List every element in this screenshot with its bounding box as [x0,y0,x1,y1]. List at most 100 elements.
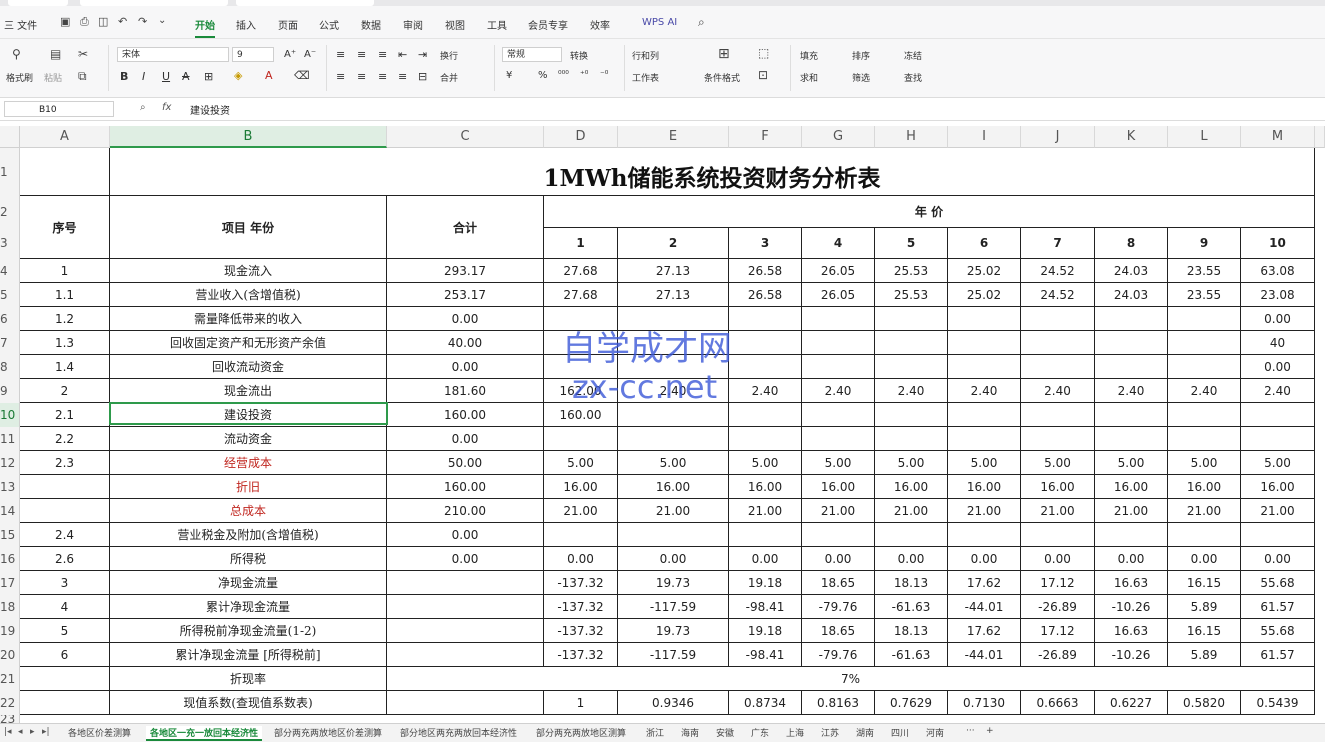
sheet-tab[interactable]: 海南 [681,726,699,739]
sheet-tab[interactable]: 部分两充两放地区测算 [536,726,626,739]
cell-item[interactable]: 回收流动资金 [110,355,387,379]
cell-value[interactable]: -137.32 [544,619,618,643]
cell-value[interactable]: 0.00 [618,547,729,571]
cell-seq[interactable]: 2.3 [20,451,110,475]
cell-value[interactable] [875,427,948,451]
cell-seq[interactable]: 3 [20,571,110,595]
cell-value[interactable]: 16.00 [1241,475,1315,499]
cell-total[interactable]: 181.60 [387,379,544,403]
cell-item[interactable]: 回收固定资产和无形资产余值 [110,331,387,355]
cell-total[interactable]: 160.00 [387,475,544,499]
cell-value[interactable]: 17.12 [1021,571,1095,595]
cell-value[interactable] [802,355,875,379]
row-header-12[interactable]: 12 [0,451,20,475]
cell-value[interactable] [1095,403,1168,427]
cell-pv-factor[interactable]: 0.5820 [1168,691,1241,715]
cell-value[interactable]: 18.13 [875,571,948,595]
header-year-1[interactable]: 1 [544,228,618,259]
cell-seq[interactable]: 5 [20,619,110,643]
cell-value[interactable]: 18.65 [802,571,875,595]
cell-value[interactable]: 21.00 [618,499,729,523]
cell-total[interactable]: 253.17 [387,283,544,307]
cell-total[interactable] [387,595,544,619]
sheet-tab[interactable]: 江苏 [821,726,839,739]
cell-value[interactable]: -137.32 [544,571,618,595]
cell-item[interactable]: 需量降低带来的收入 [110,307,387,331]
cell-pv-factor[interactable]: 0.7130 [948,691,1021,715]
cell-value[interactable] [1095,427,1168,451]
cell-value[interactable]: -98.41 [729,643,802,667]
cell-value[interactable] [802,523,875,547]
sheet-tab[interactable]: 上海 [786,726,804,739]
cell-value[interactable]: 21.00 [948,499,1021,523]
column-header-overflow[interactable] [1315,126,1325,148]
cell-value[interactable]: 2.40 [948,379,1021,403]
cell-value[interactable] [948,403,1021,427]
cell-value[interactable] [1095,331,1168,355]
cell-seq[interactable]: 1 [20,259,110,283]
cell-seq[interactable]: 2.1 [20,403,110,427]
cell-item[interactable]: 流动资金 [110,427,387,451]
cell-value[interactable]: 16.63 [1095,571,1168,595]
column-header-l[interactable]: L [1168,126,1241,148]
column-header-f[interactable]: F [729,126,802,148]
row-header-18[interactable]: 18 [0,595,20,619]
cell-value[interactable] [948,523,1021,547]
cell-value[interactable] [802,307,875,331]
cell-total[interactable] [387,619,544,643]
cell-value[interactable]: 2.40 [729,379,802,403]
cell-pv-factor[interactable]: 0.6227 [1095,691,1168,715]
cell-pv-factor[interactable]: 0.5439 [1241,691,1315,715]
cell-total[interactable]: 293.17 [387,259,544,283]
row-header-3[interactable]: 3 [0,228,20,259]
cell-value[interactable]: 0.00 [802,547,875,571]
header-year-5[interactable]: 5 [875,228,948,259]
cell-value[interactable]: 16.00 [1021,475,1095,499]
cell-item[interactable]: 累计净现金流量 [所得税前] [110,643,387,667]
cell-value[interactable] [1168,307,1241,331]
cell-value[interactable] [1095,523,1168,547]
cell-value[interactable]: 2.40 [1021,379,1095,403]
cell-value[interactable]: 18.13 [875,619,948,643]
sheet-tab[interactable]: 部分地区两充两放回本经济性 [400,726,517,739]
cell-value[interactable] [875,403,948,427]
cell-value[interactable]: 24.03 [1095,283,1168,307]
cell-value[interactable] [729,523,802,547]
cell-item[interactable]: 营业收入(含增值税) [110,283,387,307]
cell-seq[interactable]: 1.4 [20,355,110,379]
row-header-22[interactable]: 22 [0,691,20,715]
header-year-10[interactable]: 10 [1241,228,1315,259]
cell-value[interactable]: 21.00 [544,499,618,523]
cell-value[interactable] [1021,331,1095,355]
row-header-17[interactable]: 17 [0,571,20,595]
cell-value[interactable]: 27.13 [618,283,729,307]
cell-pv-factor[interactable]: 0.8163 [802,691,875,715]
cell-total[interactable] [387,691,544,715]
cell-seq[interactable]: 2.6 [20,547,110,571]
row-header-6[interactable]: 6 [0,307,20,331]
cell-total[interactable]: 0.00 [387,427,544,451]
cell-value[interactable]: 5.00 [1021,451,1095,475]
cell-value[interactable] [1168,403,1241,427]
cell-value[interactable]: 2.40 [875,379,948,403]
row-header-13[interactable]: 13 [0,475,20,499]
cell-discount-label[interactable]: 折现率 [110,667,387,691]
cell-pv-factor[interactable]: 0.6663 [1021,691,1095,715]
cell-value[interactable] [1095,355,1168,379]
cell-value[interactable] [729,427,802,451]
cell-value[interactable]: -117.59 [618,595,729,619]
cell-value[interactable]: 2.40 [1095,379,1168,403]
cell-value[interactable]: 21.00 [1021,499,1095,523]
cell-value[interactable] [544,427,618,451]
cell-value[interactable]: 16.00 [1168,475,1241,499]
cell-value[interactable] [1241,403,1315,427]
row-header-10[interactable]: 10 [0,403,20,427]
cell-value[interactable]: 16.00 [729,475,802,499]
cell-value[interactable] [1021,307,1095,331]
cell-value[interactable]: 40 [1241,331,1315,355]
row-header-9[interactable]: 9 [0,379,20,403]
cell-value[interactable]: 19.18 [729,571,802,595]
cell-total[interactable]: 50.00 [387,451,544,475]
cell-value[interactable]: -44.01 [948,643,1021,667]
cell-value[interactable]: 55.68 [1241,619,1315,643]
